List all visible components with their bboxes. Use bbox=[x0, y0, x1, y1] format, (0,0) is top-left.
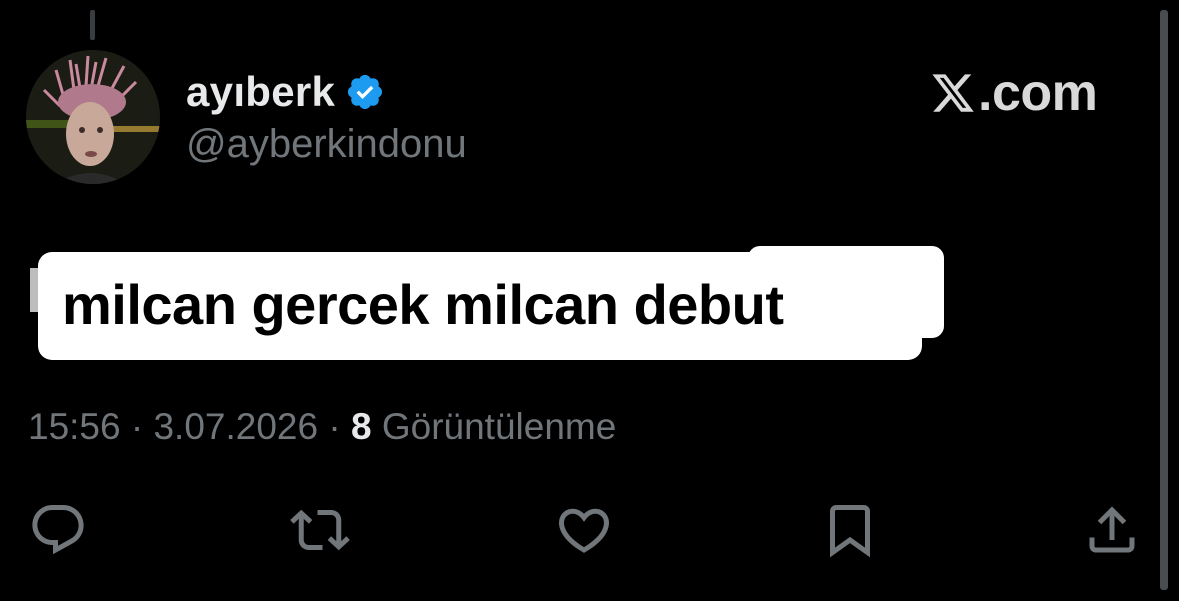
avatar[interactable] bbox=[26, 50, 160, 184]
views-count[interactable]: 8 bbox=[351, 406, 372, 447]
author-name-row[interactable]: ayıberk bbox=[186, 66, 385, 118]
like-button[interactable] bbox=[552, 498, 616, 562]
heart-icon bbox=[558, 508, 610, 553]
x-logo-icon bbox=[930, 70, 976, 116]
repost-icon bbox=[290, 509, 350, 551]
author-handle[interactable]: @ayberkindonu bbox=[186, 122, 467, 167]
verified-badge-icon bbox=[345, 72, 385, 112]
caption-text: milcan gercek milcan debut bbox=[62, 273, 784, 336]
meta-separator: · bbox=[328, 406, 341, 447]
tweet-date[interactable]: 3.07.2026 bbox=[153, 406, 318, 447]
bookmark-icon bbox=[830, 505, 870, 558]
tweet-time[interactable]: 15:56 bbox=[28, 406, 121, 447]
repost-button[interactable] bbox=[288, 498, 352, 562]
share-button[interactable] bbox=[1080, 498, 1144, 562]
thread-line bbox=[90, 10, 95, 40]
brand-text: .com bbox=[978, 64, 1098, 122]
action-bar bbox=[0, 498, 1179, 562]
brand-watermark: .com bbox=[930, 62, 1098, 124]
share-icon bbox=[1089, 506, 1135, 553]
meta-separator: · bbox=[130, 406, 144, 447]
bookmark-button[interactable] bbox=[818, 498, 882, 562]
reply-icon bbox=[32, 505, 84, 555]
tweet-meta: 15:56 · 3.07.2026 · 8 Görüntülenme bbox=[28, 406, 616, 448]
display-name[interactable]: ayıberk bbox=[186, 68, 335, 116]
reply-button[interactable] bbox=[26, 498, 90, 562]
views-label[interactable]: Görüntülenme bbox=[382, 406, 616, 447]
